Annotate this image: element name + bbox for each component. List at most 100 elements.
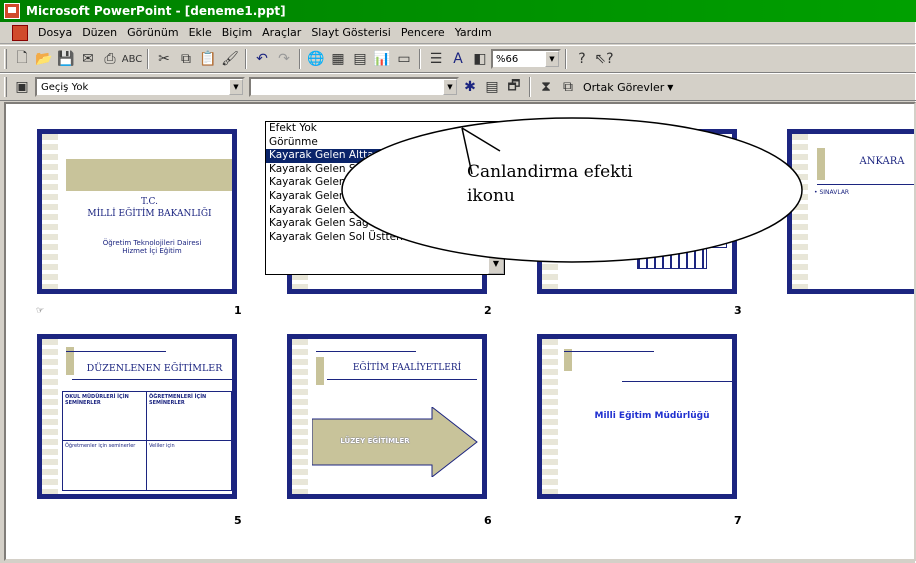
slide-line bbox=[72, 379, 232, 380]
slide-thumbnail-4[interactable]: ANKARA • SINAVLAR bbox=[787, 129, 914, 294]
cut-icon[interactable]: ✂ bbox=[153, 48, 175, 70]
table-cell: ÖĞRETMENLERİ İÇİN SEMİNERLER bbox=[147, 392, 231, 441]
slide-decoration bbox=[292, 339, 308, 494]
menu-duzen[interactable]: Düzen bbox=[82, 26, 117, 39]
slide-number: 3 bbox=[734, 304, 742, 317]
slide-title: ANKARA bbox=[859, 156, 905, 167]
whats-this-icon[interactable]: ⇖? bbox=[593, 48, 615, 70]
toolbar-separator bbox=[529, 77, 531, 97]
transition-effect-select[interactable]: Geçiş Yok ▼ bbox=[35, 77, 245, 97]
callout-line-1: Canlandirma efekti bbox=[467, 162, 633, 182]
animation-effect-select[interactable]: ▼ bbox=[249, 77, 459, 97]
document-icon[interactable] bbox=[12, 24, 28, 41]
slide-title: Milli Eğitim Müdürlüğü bbox=[594, 411, 710, 421]
arrow-text: LÜZEY EĞİTİMLER bbox=[340, 437, 410, 445]
scroll-down-icon[interactable]: ▼ bbox=[488, 252, 504, 274]
summary-slide-icon[interactable]: ▤ bbox=[481, 76, 503, 98]
menu-slayt-gosterisi[interactable]: Slayt Gösterisi bbox=[311, 26, 391, 39]
menu-ekle[interactable]: Ekle bbox=[189, 26, 212, 39]
dropdown-item[interactable]: Kayarak Gelen Sol Üstten bbox=[266, 231, 504, 245]
org-chart-box bbox=[707, 234, 727, 248]
new-slide-icon[interactable]: ▭ bbox=[393, 48, 415, 70]
menu-dosya[interactable]: Dosya bbox=[38, 26, 72, 39]
save-icon[interactable]: 💾 bbox=[55, 48, 77, 70]
toolbar-separator bbox=[147, 49, 149, 69]
slide-number: 1 bbox=[234, 304, 242, 317]
slide-subtitle: • SINAVLAR bbox=[814, 189, 850, 196]
slide-transition-icon[interactable]: ▣ bbox=[11, 76, 33, 98]
menu-yardim[interactable]: Yardım bbox=[455, 26, 492, 39]
slide-bar bbox=[564, 349, 572, 371]
slide-line bbox=[327, 379, 477, 380]
table-cell: Veliler için bbox=[149, 443, 175, 449]
toolbar-separator bbox=[565, 49, 567, 69]
animation-preview-icon[interactable]: ✱ bbox=[459, 76, 481, 98]
slide-decoration bbox=[792, 134, 808, 289]
slide-bar bbox=[817, 148, 825, 180]
menu-araclar[interactable]: Araçlar bbox=[262, 26, 301, 39]
open-icon[interactable]: 📂 bbox=[33, 48, 55, 70]
insert-table-icon[interactable]: ▤ bbox=[349, 48, 371, 70]
show-formatting-icon[interactable]: A bbox=[447, 48, 469, 70]
toolbar-separator bbox=[299, 49, 301, 69]
slide-title: EĞİTİM FAALİYETLERİ bbox=[352, 363, 462, 373]
menu-gorunum[interactable]: Görünüm bbox=[127, 26, 178, 39]
hyperlink-icon[interactable]: 🌐 bbox=[305, 48, 327, 70]
slide-title: DÜZENLENEN EĞİTİMLER bbox=[86, 363, 223, 374]
transition-effect-value: Geçiş Yok bbox=[41, 81, 89, 93]
toolbar-grip[interactable] bbox=[4, 77, 7, 97]
slide-title: T.C. MİLLİ EĞİTİM BAKANLIĞI bbox=[87, 197, 212, 219]
undo-icon[interactable]: ↶ bbox=[251, 48, 273, 70]
grayscale-icon[interactable]: ◧ bbox=[469, 48, 491, 70]
expand-icon[interactable]: ☰ bbox=[425, 48, 447, 70]
copy-icon[interactable]: ⧉ bbox=[175, 48, 197, 70]
tables-borders-icon[interactable]: ▦ bbox=[327, 48, 349, 70]
speaker-notes-icon[interactable]: 🗗 bbox=[503, 76, 525, 98]
slide-thumbnail-5[interactable]: DÜZENLENEN EĞİTİMLER OKUL MÜDÜRLERİ İÇİN… bbox=[37, 334, 237, 499]
slide-decoration bbox=[42, 339, 58, 494]
toolbar-grip[interactable] bbox=[4, 49, 7, 69]
spelling-icon[interactable]: ABC bbox=[121, 48, 143, 70]
zoom-select[interactable]: %66 ▼ bbox=[491, 49, 561, 69]
menu-bar: Dosya Düzen Görünüm Ekle Biçim Araçlar S… bbox=[0, 22, 916, 44]
toolbar-separator bbox=[419, 49, 421, 69]
rehearse-timings-icon[interactable]: ⧗ bbox=[535, 76, 557, 98]
standard-toolbar: 🗋 📂 💾 ✉ ⎙ ABC ✂ ⧉ 📋 🖌 ↶ ↷ 🌐 ▦ ▤ 📊 ▭ ☰ A … bbox=[0, 45, 916, 73]
email-icon[interactable]: ✉ bbox=[77, 48, 99, 70]
format-painter-icon[interactable]: 🖌 bbox=[219, 48, 241, 70]
slide-line bbox=[622, 381, 732, 382]
slide-number: 7 bbox=[734, 514, 742, 527]
slide-line bbox=[817, 184, 914, 185]
office-assistant-icon[interactable]: ? bbox=[571, 48, 593, 70]
title-bar[interactable]: Microsoft PowerPoint - [deneme1.ppt] bbox=[0, 0, 916, 22]
chevron-down-icon[interactable]: ▼ bbox=[443, 79, 457, 95]
hide-slide-icon[interactable]: ⧉ bbox=[557, 76, 579, 98]
slide-thumbnail-3[interactable] bbox=[537, 129, 737, 294]
callout-line-2: ikonu bbox=[467, 186, 515, 206]
paste-icon[interactable]: 📋 bbox=[197, 48, 219, 70]
insert-chart-icon[interactable]: 📊 bbox=[371, 48, 393, 70]
print-icon[interactable]: ⎙ bbox=[99, 48, 121, 70]
redo-icon[interactable]: ↷ bbox=[273, 48, 295, 70]
org-chart bbox=[637, 229, 707, 269]
ortak-gorevler-menu[interactable]: Ortak Görevler bbox=[583, 81, 664, 94]
dropdown-item[interactable]: Görünme bbox=[266, 136, 504, 150]
chevron-down-icon[interactable]: ▼ bbox=[229, 79, 243, 95]
chevron-down-icon[interactable]: ▼ bbox=[545, 51, 559, 67]
slide-subtitle: Öğretim Teknolojileri Dairesi Hizmet İçi… bbox=[102, 239, 202, 255]
dropdown-item[interactable]: Efekt Yok bbox=[266, 122, 504, 136]
transition-icon[interactable]: ☞ bbox=[36, 306, 44, 316]
slide-number: 2 bbox=[484, 304, 492, 317]
slide-thumbnail-7[interactable]: Milli Eğitim Müdürlüğü bbox=[537, 334, 737, 499]
slide-thumbnail-1[interactable]: T.C. MİLLİ EĞİTİM BAKANLIĞI Öğretim Tekn… bbox=[37, 129, 237, 294]
menu-bicim[interactable]: Biçim bbox=[222, 26, 252, 39]
powerpoint-icon[interactable] bbox=[4, 3, 20, 19]
slide-bar bbox=[66, 159, 232, 191]
slide-thumbnail-6[interactable]: EĞİTİM FAALİYETLERİ LÜZEY EĞİTİMLER bbox=[287, 334, 487, 499]
menu-pencere[interactable]: Pencere bbox=[401, 26, 445, 39]
dropdown-item[interactable]: Kayarak Gelen Sağ Alttan bbox=[266, 217, 504, 231]
slide-line bbox=[66, 351, 166, 352]
powerpoint-window: Microsoft PowerPoint - [deneme1.ppt] Dos… bbox=[0, 0, 916, 563]
new-icon[interactable]: 🗋 bbox=[11, 48, 33, 70]
chevron-down-icon[interactable]: ▼ bbox=[667, 83, 673, 92]
